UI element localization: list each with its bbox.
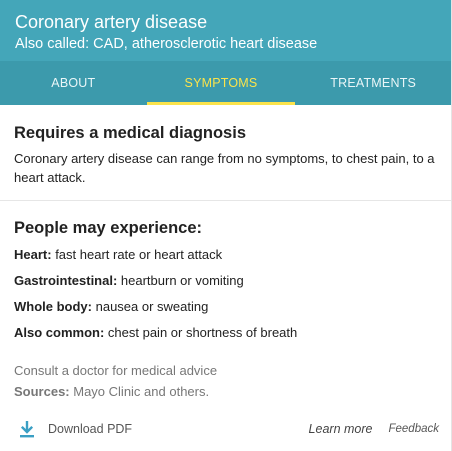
- symptom-label: Also common:: [14, 325, 105, 340]
- symptom-value: chest pain or shortness of breath: [104, 325, 298, 340]
- symptom-value: nausea or sweating: [92, 299, 209, 314]
- sources-line: Sources: Mayo Clinic and others.: [14, 383, 437, 400]
- symptom-value: heartburn or vomiting: [117, 273, 244, 288]
- download-pdf-label: Download PDF: [48, 422, 133, 436]
- knowledge-card: Coronary artery disease Also called: CAD…: [0, 0, 452, 451]
- symptom-label: Whole body:: [14, 299, 92, 314]
- tab-bar: ABOUT SYMPTOMS TREATMENTS: [0, 61, 451, 105]
- symptoms-section: People may experience: Heart: fast heart…: [0, 201, 451, 400]
- card-header: Coronary artery disease Also called: CAD…: [0, 0, 451, 61]
- symptom-label: Gastrointestinal:: [14, 273, 118, 288]
- sources-label: Sources:: [14, 384, 70, 399]
- condition-title: Coronary artery disease: [15, 12, 208, 32]
- download-icon: [19, 420, 35, 438]
- tab-treatments[interactable]: TREATMENTS: [295, 61, 451, 105]
- sources-value: Mayo Clinic and others.: [69, 384, 210, 399]
- symptom-item-gastrointestinal: Gastrointestinal: heartburn or vomiting: [14, 272, 437, 289]
- tab-symptoms[interactable]: SYMPTOMS: [146, 61, 296, 105]
- condition-aliases: Also called: CAD, atherosclerotic heart …: [15, 36, 318, 52]
- diagnosis-section: Requires a medical diagnosis Coronary ar…: [0, 105, 451, 201]
- feedback-link[interactable]: Feedback: [388, 423, 439, 435]
- symptom-item-heart: Heart: fast heart rate or heart attack: [14, 246, 437, 263]
- symptom-list: Heart: fast heart rate or heart attack G…: [14, 246, 437, 341]
- diagnosis-text: Coronary artery disease can range from n…: [14, 151, 435, 185]
- tab-about[interactable]: ABOUT: [0, 61, 147, 105]
- diagnosis-heading: Requires a medical diagnosis: [14, 124, 246, 142]
- symptom-value: fast heart rate or heart attack: [51, 247, 223, 262]
- medical-advice-note: Consult a doctor for medical advice: [14, 363, 218, 378]
- symptom-item-whole-body: Whole body: nausea or sweating: [14, 298, 437, 315]
- symptom-label: Heart:: [14, 247, 52, 262]
- symptoms-heading: People may experience:: [14, 219, 203, 237]
- learn-more-link[interactable]: Learn more: [309, 422, 373, 436]
- download-pdf-button[interactable]: Download PDF: [19, 420, 132, 438]
- card-footer: Download PDF Learn more Feedback: [0, 416, 451, 442]
- symptom-item-also-common: Also common: chest pain or shortness of …: [14, 324, 437, 341]
